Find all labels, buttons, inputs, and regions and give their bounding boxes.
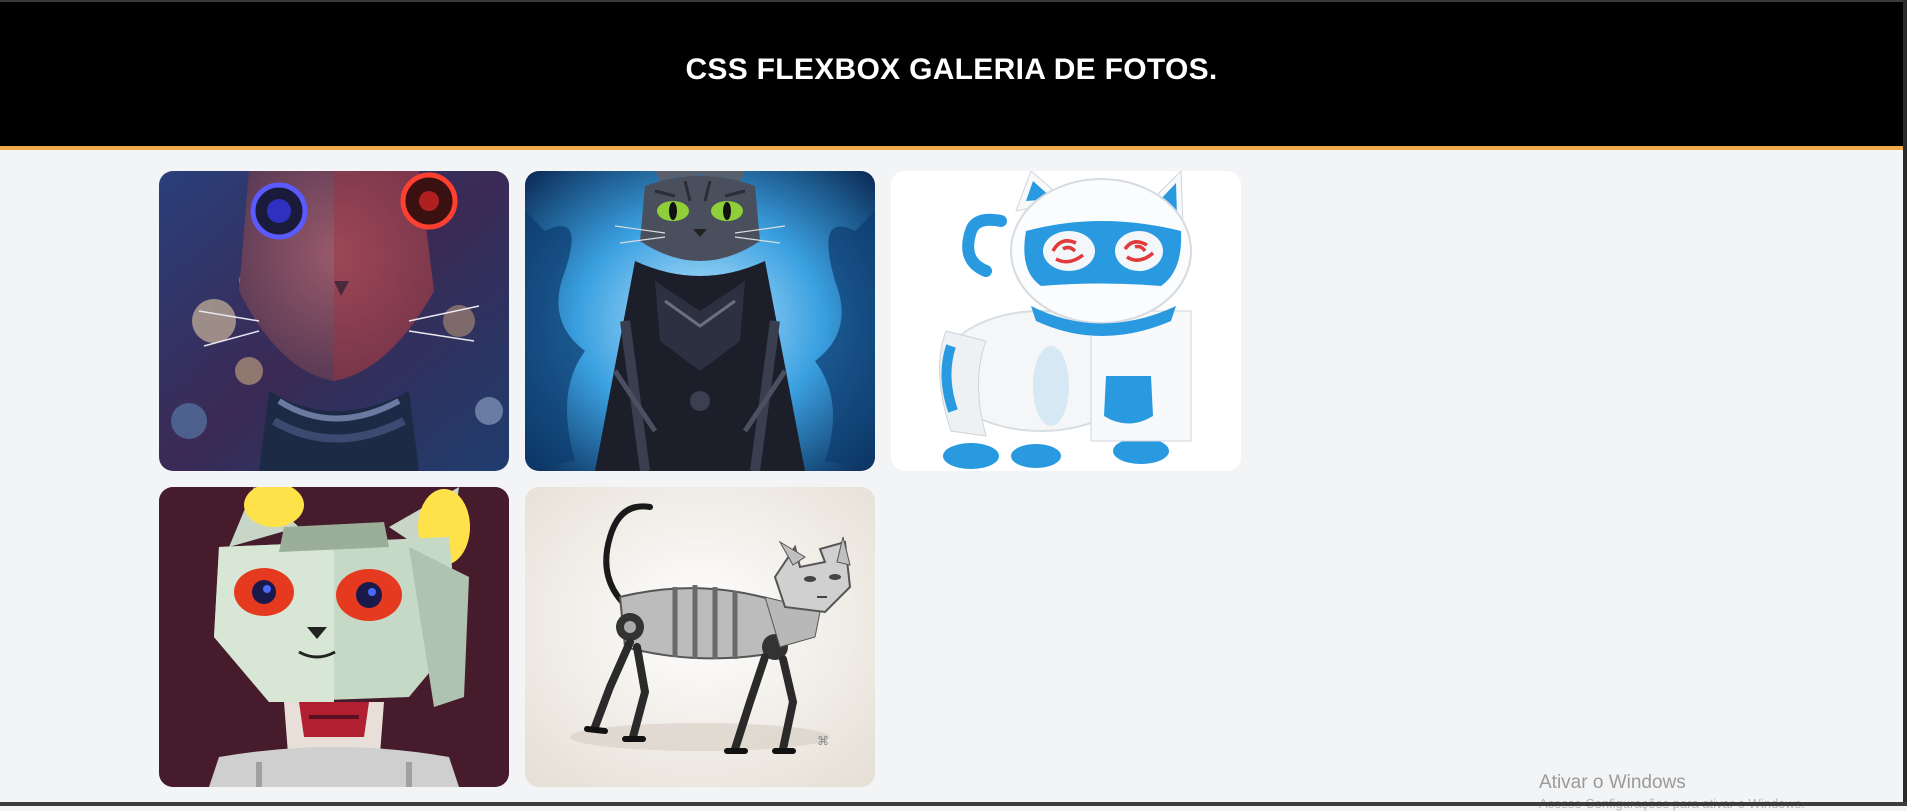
gallery-photo-lowpoly-robot-cat[interactable] — [159, 487, 509, 787]
windows-activation-watermark: Ativar o Windows — [1539, 772, 1686, 793]
gallery-photo-mechanical-cat[interactable]: ⌘ — [525, 487, 875, 787]
gallery-photo-cyborg-cat[interactable] — [159, 171, 509, 471]
gallery-photo-toy-robot-cat[interactable] — [891, 171, 1241, 471]
window-bottom-border — [0, 802, 1907, 806]
photo-image — [525, 171, 875, 471]
gallery-photo-armored-cat[interactable] — [525, 171, 875, 471]
photo-image: ⌘ — [525, 487, 875, 787]
window-right-edge — [1903, 0, 1907, 806]
photo-gallery: ⌘ — [159, 171, 1245, 787]
photo-image — [159, 487, 509, 787]
page-title: CSS FLEXBOX GALERIA DE FOTOS. — [685, 53, 1218, 86]
page-header: CSS FLEXBOX GALERIA DE FOTOS. — [0, 2, 1903, 150]
svg-text:⌘: ⌘ — [817, 734, 829, 748]
photo-image — [891, 171, 1241, 471]
photo-image — [159, 171, 509, 471]
